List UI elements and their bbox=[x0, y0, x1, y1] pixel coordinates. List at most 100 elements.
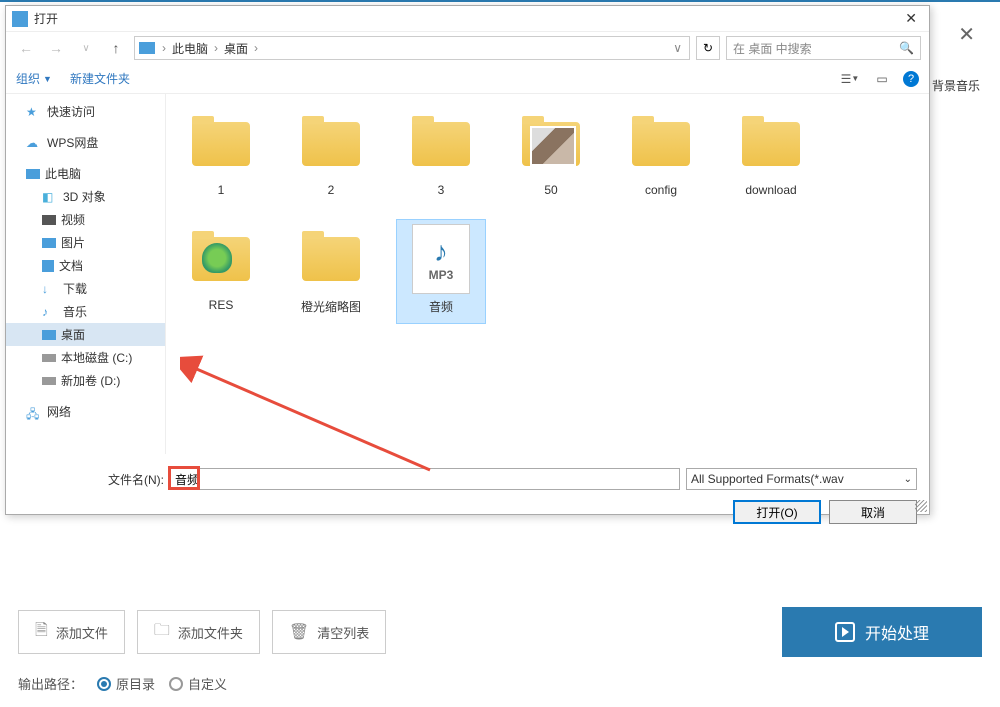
cloud-icon: ☁ bbox=[26, 136, 42, 150]
trash-icon: 🗑 bbox=[289, 622, 309, 642]
pc-icon bbox=[139, 42, 155, 54]
cancel-button[interactable]: 取消 bbox=[829, 500, 917, 524]
help-icon[interactable]: ? bbox=[903, 71, 919, 87]
chevron-down-icon: ⌄ bbox=[904, 474, 912, 485]
breadcrumb[interactable]: › 此电脑 › 桌面 › ∨ bbox=[134, 36, 690, 60]
breadcrumb-dropdown-icon[interactable]: ∨ bbox=[670, 41, 685, 55]
add-folder-button[interactable]: 🗀添加文件夹 bbox=[137, 610, 260, 654]
clear-list-button[interactable]: 🗑清空列表 bbox=[272, 610, 386, 654]
sidebar-item-local-disk-c[interactable]: 本地磁盘 (C:) bbox=[6, 346, 165, 369]
sidebar-item-wps[interactable]: ☁WPS网盘 bbox=[6, 131, 165, 154]
play-icon bbox=[835, 622, 855, 642]
new-folder-button[interactable]: 新建文件夹 bbox=[70, 70, 130, 87]
folder-item[interactable]: 1 bbox=[176, 104, 266, 209]
output-path-label: 输出路径： bbox=[18, 674, 83, 693]
sidebar-item-desktop[interactable]: 桌面 bbox=[6, 323, 165, 346]
sidebar-item-quick-access[interactable]: ★快速访问 bbox=[6, 100, 165, 123]
sidebar-item-videos[interactable]: 视频 bbox=[6, 208, 165, 231]
chevron-right-icon: › bbox=[211, 41, 221, 55]
dialog-footer: 文件名(N): All Supported Formats(*.wav⌄ 打开(… bbox=[6, 454, 929, 534]
mp3-file-icon: ♪MP3 bbox=[412, 224, 470, 294]
dialog-title: 打开 bbox=[34, 10, 899, 27]
file-grid[interactable]: 1 2 3 50 config download RES 橙光缩略图 ♪MP3音… bbox=[166, 94, 929, 454]
folder-item[interactable]: RES bbox=[176, 219, 266, 324]
folder-icon bbox=[522, 122, 580, 166]
sidebar-item-this-pc[interactable]: 此电脑 bbox=[6, 162, 165, 185]
radio-icon bbox=[97, 677, 111, 691]
filename-input[interactable] bbox=[170, 468, 680, 490]
add-file-button[interactable]: 🗎添加文件 bbox=[18, 610, 125, 654]
chevron-right-icon: › bbox=[251, 41, 261, 55]
bottom-toolbar: 🗎添加文件 🗀添加文件夹 🗑清空列表 开始处理 bbox=[18, 607, 982, 657]
search-placeholder: 在 桌面 中搜索 bbox=[733, 40, 812, 57]
network-icon: 🖧 bbox=[26, 405, 42, 419]
open-dialog: 打开 ✕ ← → ∨ ↑ › 此电脑 › 桌面 › ∨ ↻ 在 桌面 中搜索 🔍… bbox=[5, 5, 930, 515]
output-path-row: 输出路径： 原目录 自定义 bbox=[18, 674, 227, 693]
folder-icon bbox=[302, 122, 360, 166]
resize-handle[interactable] bbox=[915, 500, 927, 512]
folder-icon bbox=[412, 122, 470, 166]
search-icon: 🔍 bbox=[899, 41, 914, 55]
sidebar-item-network[interactable]: 🖧网络 bbox=[6, 400, 165, 423]
picture-icon bbox=[42, 238, 56, 248]
close-icon[interactable]: ✕ bbox=[958, 22, 975, 47]
breadcrumb-segment[interactable]: 此电脑 bbox=[169, 40, 211, 57]
folder-icon bbox=[742, 122, 800, 166]
chevron-right-icon: › bbox=[159, 41, 169, 55]
navigation-bar: ← → ∨ ↑ › 此电脑 › 桌面 › ∨ ↻ 在 桌面 中搜索 🔍 bbox=[6, 32, 929, 64]
folder-item[interactable]: download bbox=[726, 104, 816, 209]
folder-icon bbox=[302, 237, 360, 281]
app-icon bbox=[12, 11, 28, 27]
up-icon[interactable]: ↑ bbox=[104, 36, 128, 60]
folder-item[interactable]: 橙光缩略图 bbox=[286, 219, 376, 324]
folder-item[interactable]: 3 bbox=[396, 104, 486, 209]
file-plus-icon: 🗎 bbox=[35, 619, 48, 646]
radio-original-dir[interactable]: 原目录 bbox=[97, 674, 155, 693]
music-note-icon: ♪ bbox=[434, 236, 448, 268]
sidebar-tree: ★快速访问 ☁WPS网盘 此电脑 ◧3D 对象 视频 图片 文档 ↓下载 ♪音乐… bbox=[6, 94, 166, 454]
close-icon[interactable]: ✕ bbox=[899, 10, 923, 27]
filetype-select[interactable]: All Supported Formats(*.wav⌄ bbox=[686, 468, 917, 490]
sidebar-item-documents[interactable]: 文档 bbox=[6, 254, 165, 277]
sidebar-item-3d-objects[interactable]: ◧3D 对象 bbox=[6, 185, 165, 208]
titlebar: 打开 ✕ bbox=[6, 6, 929, 32]
disk-icon bbox=[42, 354, 56, 362]
background-music-label[interactable]: 背景音乐 bbox=[932, 77, 980, 94]
search-input[interactable]: 在 桌面 中搜索 🔍 bbox=[726, 36, 921, 60]
document-icon bbox=[42, 260, 54, 272]
start-processing-button[interactable]: 开始处理 bbox=[782, 607, 982, 657]
filename-label: 文件名(N): bbox=[108, 471, 164, 488]
download-icon: ↓ bbox=[42, 282, 58, 296]
video-icon bbox=[42, 215, 56, 225]
radio-custom-dir[interactable]: 自定义 bbox=[169, 674, 227, 693]
toolbar: 组织▼ 新建文件夹 ☰ ▼ ▭ ? bbox=[6, 64, 929, 94]
breadcrumb-segment[interactable]: 桌面 bbox=[221, 40, 251, 57]
sidebar-item-pictures[interactable]: 图片 bbox=[6, 231, 165, 254]
back-icon: ← bbox=[14, 36, 38, 60]
folder-item[interactable]: 2 bbox=[286, 104, 376, 209]
folder-plus-icon: 🗀 bbox=[154, 619, 170, 646]
sidebar-item-volume-d[interactable]: 新加卷 (D:) bbox=[6, 369, 165, 392]
open-button[interactable]: 打开(O) bbox=[733, 500, 821, 524]
folder-icon bbox=[192, 237, 250, 281]
folder-icon bbox=[632, 122, 690, 166]
disk-icon bbox=[42, 377, 56, 385]
sidebar-item-music[interactable]: ♪音乐 bbox=[6, 300, 165, 323]
file-item-audio[interactable]: ♪MP3音频 bbox=[396, 219, 486, 324]
music-icon: ♪ bbox=[42, 305, 58, 319]
folder-icon bbox=[192, 122, 250, 166]
folder-item[interactable]: 50 bbox=[506, 104, 596, 209]
organize-button[interactable]: 组织▼ bbox=[16, 70, 52, 87]
forward-icon: → bbox=[44, 36, 68, 60]
recent-dropdown-icon[interactable]: ∨ bbox=[74, 36, 98, 60]
radio-icon bbox=[169, 677, 183, 691]
star-icon: ★ bbox=[26, 105, 42, 119]
sidebar-item-downloads[interactable]: ↓下载 bbox=[6, 277, 165, 300]
desktop-icon bbox=[42, 330, 56, 340]
refresh-icon[interactable]: ↻ bbox=[696, 36, 720, 60]
pc-icon bbox=[26, 169, 40, 179]
preview-pane-icon[interactable]: ▭ bbox=[871, 70, 893, 88]
folder-item[interactable]: config bbox=[616, 104, 706, 209]
view-options-icon[interactable]: ☰ ▼ bbox=[839, 70, 861, 88]
cube-icon: ◧ bbox=[42, 190, 58, 204]
